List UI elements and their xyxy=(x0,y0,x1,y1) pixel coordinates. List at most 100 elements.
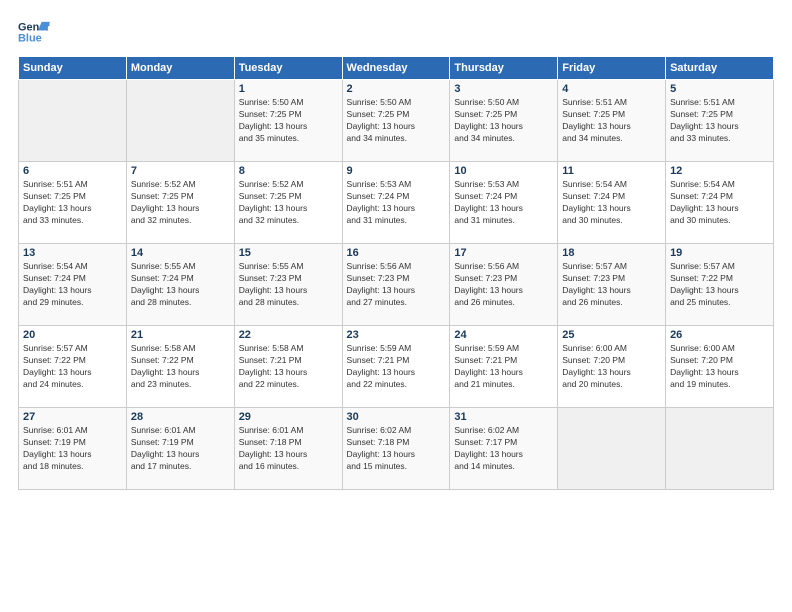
calendar-cell: 20 Sunrise: 5:57 AM Sunset: 7:22 PM Dayli… xyxy=(19,326,127,408)
calendar-body: 1 Sunrise: 5:50 AM Sunset: 7:25 PM Daylig… xyxy=(19,80,774,490)
day-detail: Sunrise: 5:54 AM Sunset: 7:24 PM Dayligh… xyxy=(23,261,122,309)
day-detail: Sunrise: 5:55 AM Sunset: 7:23 PM Dayligh… xyxy=(239,261,338,309)
calendar-cell: 12 Sunrise: 5:54 AM Sunset: 7:24 PM Dayli… xyxy=(666,162,774,244)
day-detail: Sunrise: 5:54 AM Sunset: 7:24 PM Dayligh… xyxy=(562,179,661,227)
day-detail: Sunrise: 5:58 AM Sunset: 7:22 PM Dayligh… xyxy=(131,343,230,391)
day-number: 15 xyxy=(239,247,338,259)
calendar-cell: 7 Sunrise: 5:52 AM Sunset: 7:25 PM Daylig… xyxy=(126,162,234,244)
day-number: 17 xyxy=(454,247,553,259)
day-number: 16 xyxy=(347,247,446,259)
day-number: 30 xyxy=(347,411,446,423)
calendar-cell: 14Sunrise: 5:55 AM Sunset: 7:24 PM Dayli… xyxy=(126,244,234,326)
day-detail: Sunrise: 5:50 AM Sunset: 7:25 PM Dayligh… xyxy=(454,97,553,145)
calendar-cell: 28 Sunrise: 6:01 AM Sunset: 7:19 PM Dayli… xyxy=(126,408,234,490)
day-number: 1 xyxy=(239,83,338,95)
calendar-cell: 15 Sunrise: 5:55 AM Sunset: 7:23 PM Dayli… xyxy=(234,244,342,326)
day-detail: Sunrise: 5:50 AM Sunset: 7:25 PM Dayligh… xyxy=(347,97,446,145)
calendar-header: SundayMondayTuesdayWednesdayThursdayFrid… xyxy=(19,57,774,80)
day-detail: Sunrise: 5:50 AM Sunset: 7:25 PM Dayligh… xyxy=(239,97,338,145)
day-detail: Sunrise: 5:57 AM Sunset: 7:23 PM Dayligh… xyxy=(562,261,661,309)
calendar-cell: 3 Sunrise: 5:50 AM Sunset: 7:25 PM Daylig… xyxy=(450,80,558,162)
calendar: SundayMondayTuesdayWednesdayThursdayFrid… xyxy=(18,56,774,490)
day-number: 7 xyxy=(131,165,230,177)
day-detail: Sunrise: 6:01 AM Sunset: 7:19 PM Dayligh… xyxy=(23,425,122,473)
calendar-cell: 8 Sunrise: 5:52 AM Sunset: 7:25 PM Daylig… xyxy=(234,162,342,244)
day-number: 29 xyxy=(239,411,338,423)
day-number: 10 xyxy=(454,165,553,177)
calendar-cell: 9 Sunrise: 5:53 AM Sunset: 7:24 PM Daylig… xyxy=(342,162,450,244)
day-detail: Sunrise: 6:00 AM Sunset: 7:20 PM Dayligh… xyxy=(562,343,661,391)
weekday-header: Monday xyxy=(126,57,234,80)
day-detail: Sunrise: 5:53 AM Sunset: 7:24 PM Dayligh… xyxy=(454,179,553,227)
calendar-cell: 13 Sunrise: 5:54 AM Sunset: 7:24 PM Dayli… xyxy=(19,244,127,326)
day-number: 22 xyxy=(239,329,338,341)
calendar-cell: 26 Sunrise: 6:00 AM Sunset: 7:20 PM Dayli… xyxy=(666,326,774,408)
day-detail: Sunrise: 5:55 AM Sunset: 7:24 PM Dayligh… xyxy=(131,261,230,309)
day-number: 21 xyxy=(131,329,230,341)
day-detail: Sunrise: 5:51 AM Sunset: 7:25 PM Dayligh… xyxy=(670,97,769,145)
calendar-cell: 22 Sunrise: 5:58 AM Sunset: 7:21 PM Dayli… xyxy=(234,326,342,408)
day-detail: Sunrise: 5:52 AM Sunset: 7:25 PM Dayligh… xyxy=(239,179,338,227)
day-detail: Sunrise: 5:59 AM Sunset: 7:21 PM Dayligh… xyxy=(347,343,446,391)
calendar-cell: 11 Sunrise: 5:54 AM Sunset: 7:24 PM Dayli… xyxy=(558,162,666,244)
calendar-cell: 21 Sunrise: 5:58 AM Sunset: 7:22 PM Dayli… xyxy=(126,326,234,408)
svg-text:Blue: Blue xyxy=(18,32,42,44)
weekday-row: SundayMondayTuesdayWednesdayThursdayFrid… xyxy=(19,57,774,80)
weekday-header: Wednesday xyxy=(342,57,450,80)
weekday-header: Sunday xyxy=(19,57,127,80)
calendar-cell: 23 Sunrise: 5:59 AM Sunset: 7:21 PM Dayli… xyxy=(342,326,450,408)
day-number: 3 xyxy=(454,83,553,95)
weekday-header: Friday xyxy=(558,57,666,80)
calendar-week-row: 27 Sunrise: 6:01 AM Sunset: 7:19 PM Dayli… xyxy=(19,408,774,490)
day-detail: Sunrise: 6:01 AM Sunset: 7:18 PM Dayligh… xyxy=(239,425,338,473)
day-detail: Sunrise: 5:52 AM Sunset: 7:25 PM Dayligh… xyxy=(131,179,230,227)
day-number: 11 xyxy=(562,165,661,177)
day-detail: Sunrise: 5:59 AM Sunset: 7:21 PM Dayligh… xyxy=(454,343,553,391)
day-detail: Sunrise: 6:00 AM Sunset: 7:20 PM Dayligh… xyxy=(670,343,769,391)
day-number: 23 xyxy=(347,329,446,341)
day-number: 9 xyxy=(347,165,446,177)
calendar-week-row: 20 Sunrise: 5:57 AM Sunset: 7:22 PM Dayli… xyxy=(19,326,774,408)
calendar-cell: 19 Sunrise: 5:57 AM Sunset: 7:22 PM Dayli… xyxy=(666,244,774,326)
calendar-cell: 24Sunrise: 5:59 AM Sunset: 7:21 PM Dayli… xyxy=(450,326,558,408)
day-number: 8 xyxy=(239,165,338,177)
day-number: 26 xyxy=(670,329,769,341)
day-detail: Sunrise: 5:58 AM Sunset: 7:21 PM Dayligh… xyxy=(239,343,338,391)
day-detail: Sunrise: 6:01 AM Sunset: 7:19 PM Dayligh… xyxy=(131,425,230,473)
page: General Blue SundayMondayTuesdayWednesda… xyxy=(0,0,792,612)
day-detail: Sunrise: 6:02 AM Sunset: 7:17 PM Dayligh… xyxy=(454,425,553,473)
calendar-week-row: 6Sunrise: 5:51 AM Sunset: 7:25 PM Daylig… xyxy=(19,162,774,244)
calendar-cell: 31 Sunrise: 6:02 AM Sunset: 7:17 PM Dayli… xyxy=(450,408,558,490)
day-number: 28 xyxy=(131,411,230,423)
day-number: 31 xyxy=(454,411,553,423)
calendar-week-row: 13 Sunrise: 5:54 AM Sunset: 7:24 PM Dayli… xyxy=(19,244,774,326)
calendar-cell: 16 Sunrise: 5:56 AM Sunset: 7:23 PM Dayli… xyxy=(342,244,450,326)
calendar-week-row: 1 Sunrise: 5:50 AM Sunset: 7:25 PM Daylig… xyxy=(19,80,774,162)
day-number: 12 xyxy=(670,165,769,177)
calendar-cell: 25Sunrise: 6:00 AM Sunset: 7:20 PM Dayli… xyxy=(558,326,666,408)
logo-icon: General Blue xyxy=(18,18,50,46)
day-number: 27 xyxy=(23,411,122,423)
day-number: 19 xyxy=(670,247,769,259)
day-detail: Sunrise: 5:53 AM Sunset: 7:24 PM Dayligh… xyxy=(347,179,446,227)
day-detail: Sunrise: 5:57 AM Sunset: 7:22 PM Dayligh… xyxy=(23,343,122,391)
weekday-header: Saturday xyxy=(666,57,774,80)
day-number: 6 xyxy=(23,165,122,177)
day-detail: Sunrise: 6:02 AM Sunset: 7:18 PM Dayligh… xyxy=(347,425,446,473)
day-number: 18 xyxy=(562,247,661,259)
day-detail: Sunrise: 5:56 AM Sunset: 7:23 PM Dayligh… xyxy=(347,261,446,309)
calendar-cell xyxy=(19,80,127,162)
day-number: 20 xyxy=(23,329,122,341)
calendar-cell: 10 Sunrise: 5:53 AM Sunset: 7:24 PM Dayli… xyxy=(450,162,558,244)
day-number: 4 xyxy=(562,83,661,95)
calendar-cell: 29 Sunrise: 6:01 AM Sunset: 7:18 PM Dayli… xyxy=(234,408,342,490)
day-detail: Sunrise: 5:57 AM Sunset: 7:22 PM Dayligh… xyxy=(670,261,769,309)
calendar-cell: 17Sunrise: 5:56 AM Sunset: 7:23 PM Dayli… xyxy=(450,244,558,326)
calendar-cell xyxy=(558,408,666,490)
day-number: 13 xyxy=(23,247,122,259)
calendar-cell: 4Sunrise: 5:51 AM Sunset: 7:25 PM Daylig… xyxy=(558,80,666,162)
day-detail: Sunrise: 5:54 AM Sunset: 7:24 PM Dayligh… xyxy=(670,179,769,227)
calendar-cell: 27 Sunrise: 6:01 AM Sunset: 7:19 PM Dayli… xyxy=(19,408,127,490)
calendar-cell: 2Sunrise: 5:50 AM Sunset: 7:25 PM Daylig… xyxy=(342,80,450,162)
calendar-cell: 1 Sunrise: 5:50 AM Sunset: 7:25 PM Daylig… xyxy=(234,80,342,162)
